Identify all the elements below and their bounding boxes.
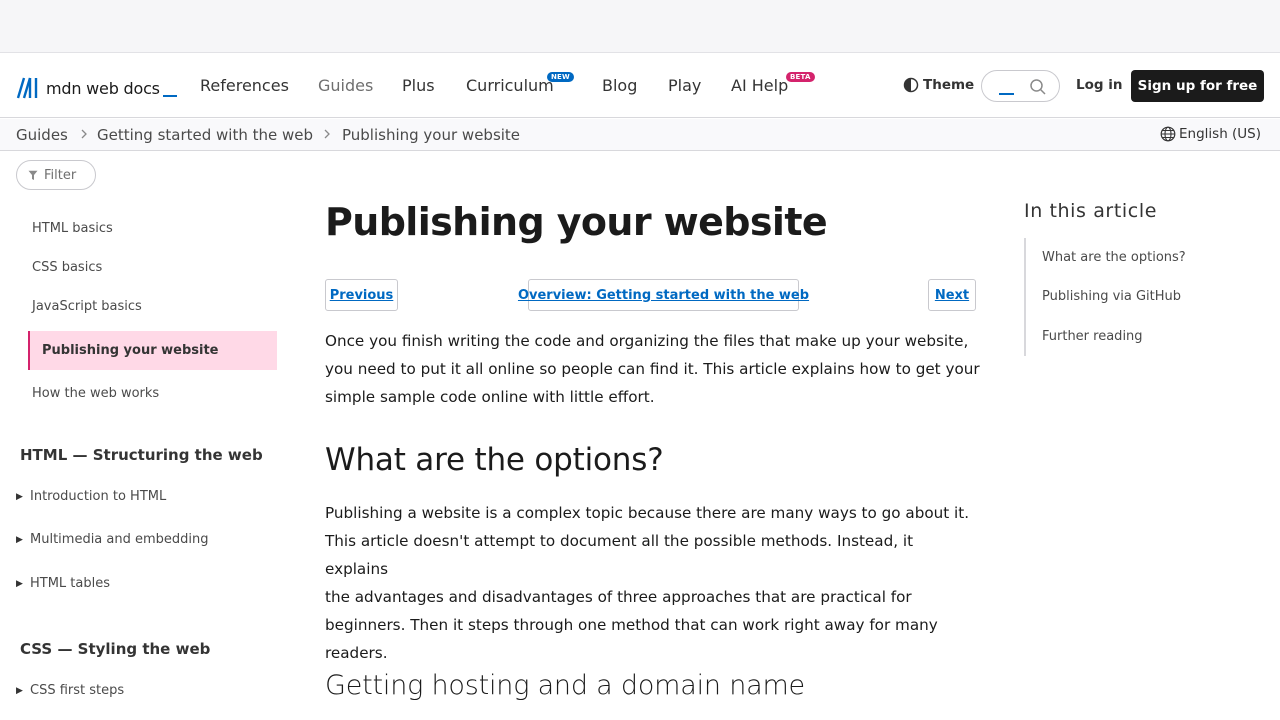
chevron-right-icon xyxy=(324,129,330,139)
sidebar-item-publishing[interactable]: Publishing your website xyxy=(28,331,277,370)
text-line: the advantages and disadvantages of thre… xyxy=(325,588,912,606)
search-icon[interactable] xyxy=(1029,78,1047,96)
toc-item-further-reading[interactable]: Further reading xyxy=(1042,329,1143,344)
sidebar-section-html: HTML — Structuring the web xyxy=(20,446,263,464)
sidebar-item-multimedia[interactable]: Multimedia and embedding xyxy=(30,532,209,547)
sidebar-section-css: CSS — Styling the web xyxy=(20,640,211,658)
beta-badge: BETA xyxy=(786,72,815,82)
nav-curriculum[interactable]: Curriculum xyxy=(466,76,554,95)
overview-link[interactable]: Overview: Getting started with the web xyxy=(518,279,809,311)
filter-icon xyxy=(28,170,38,180)
sidebar-item-label: Publishing your website xyxy=(42,343,219,358)
language-label: English (US) xyxy=(1179,126,1262,142)
triangle-right-icon[interactable]: ▶ xyxy=(16,535,23,545)
nav-blog[interactable]: Blog xyxy=(602,76,637,95)
theme-label: Theme xyxy=(923,77,975,93)
text-line: you need to put it all online so people … xyxy=(325,360,980,378)
logo-text: mdn web docs xyxy=(46,78,160,98)
new-badge: NEW xyxy=(547,72,574,82)
next-button[interactable]: Next xyxy=(928,279,976,311)
filter-label: Filter xyxy=(44,167,77,183)
section-heading-hosting: Getting hosting and a domain name xyxy=(325,670,805,701)
options-paragraph: Publishing a website is a complex topic … xyxy=(325,499,980,667)
intro-paragraph: Once you finish writing the code and org… xyxy=(325,327,980,411)
search-caret xyxy=(999,93,1014,95)
nav-plus[interactable]: Plus xyxy=(402,76,435,95)
sidebar-item-html-tables[interactable]: HTML tables xyxy=(30,576,110,591)
text-line: Once you finish writing the code and org… xyxy=(325,332,969,350)
breadcrumb-current[interactable]: Publishing your website xyxy=(342,126,520,144)
mdn-logo[interactable]: mdn web docs xyxy=(16,75,177,101)
triangle-right-icon[interactable]: ▶ xyxy=(16,579,23,589)
login-link[interactable]: Log in xyxy=(1076,77,1122,93)
theme-button[interactable]: Theme xyxy=(903,77,974,93)
page-title: Publishing your website xyxy=(325,200,828,244)
sidebar-filter[interactable]: Filter xyxy=(16,160,96,190)
sidebar-item-how-web-works[interactable]: How the web works xyxy=(32,386,159,401)
toc-item-options[interactable]: What are the options? xyxy=(1042,250,1186,265)
text-line: readers. xyxy=(325,644,388,662)
sidebar-item-javascript-basics[interactable]: JavaScript basics xyxy=(32,299,142,314)
nav-guides[interactable]: Guides xyxy=(318,76,373,95)
search-input[interactable] xyxy=(981,70,1060,102)
nav-play[interactable]: Play xyxy=(668,76,701,95)
language-switcher[interactable]: English (US) xyxy=(1160,126,1261,142)
chevron-right-icon xyxy=(81,129,87,139)
breadcrumb-getting-started[interactable]: Getting started with the web xyxy=(97,126,313,144)
sidebar-item-intro-html[interactable]: Introduction to HTML xyxy=(30,489,166,504)
theme-icon xyxy=(903,77,919,93)
nav-references[interactable]: References xyxy=(200,76,289,95)
triangle-right-icon[interactable]: ▶ xyxy=(16,686,23,696)
toc-item-github[interactable]: Publishing via GitHub xyxy=(1042,289,1181,304)
mdn-logo-icon xyxy=(16,77,38,99)
nav-ai-help[interactable]: AI Help xyxy=(731,76,788,95)
sidebar-item-css-basics[interactable]: CSS basics xyxy=(32,260,102,275)
signup-button[interactable]: Sign up for free xyxy=(1131,70,1264,102)
breadcrumb-guides[interactable]: Guides xyxy=(16,126,68,144)
toc-title: In this article xyxy=(1024,200,1157,222)
triangle-right-icon[interactable]: ▶ xyxy=(16,492,23,502)
text-line: simple sample code online with little ef… xyxy=(325,388,655,406)
text-line: Publishing a website is a complex topic … xyxy=(325,504,970,522)
logo-cursor xyxy=(162,95,177,97)
text-line: beginners. Then it steps through one met… xyxy=(325,616,938,634)
sidebar-item-css-first-steps[interactable]: CSS first steps xyxy=(30,683,124,698)
previous-button[interactable]: Previous xyxy=(325,279,398,311)
globe-icon xyxy=(1160,126,1176,142)
text-line: This article doesn't attempt to document… xyxy=(325,532,914,578)
section-heading-options: What are the options? xyxy=(325,442,664,478)
top-banner xyxy=(0,0,1280,53)
site-header: mdn web docs References Guides Plus Curr… xyxy=(0,54,1280,118)
toc-rail xyxy=(1024,238,1026,356)
breadcrumb: Guides Getting started with the web Publ… xyxy=(0,119,1280,151)
sidebar-item-html-basics[interactable]: HTML basics xyxy=(32,221,113,236)
